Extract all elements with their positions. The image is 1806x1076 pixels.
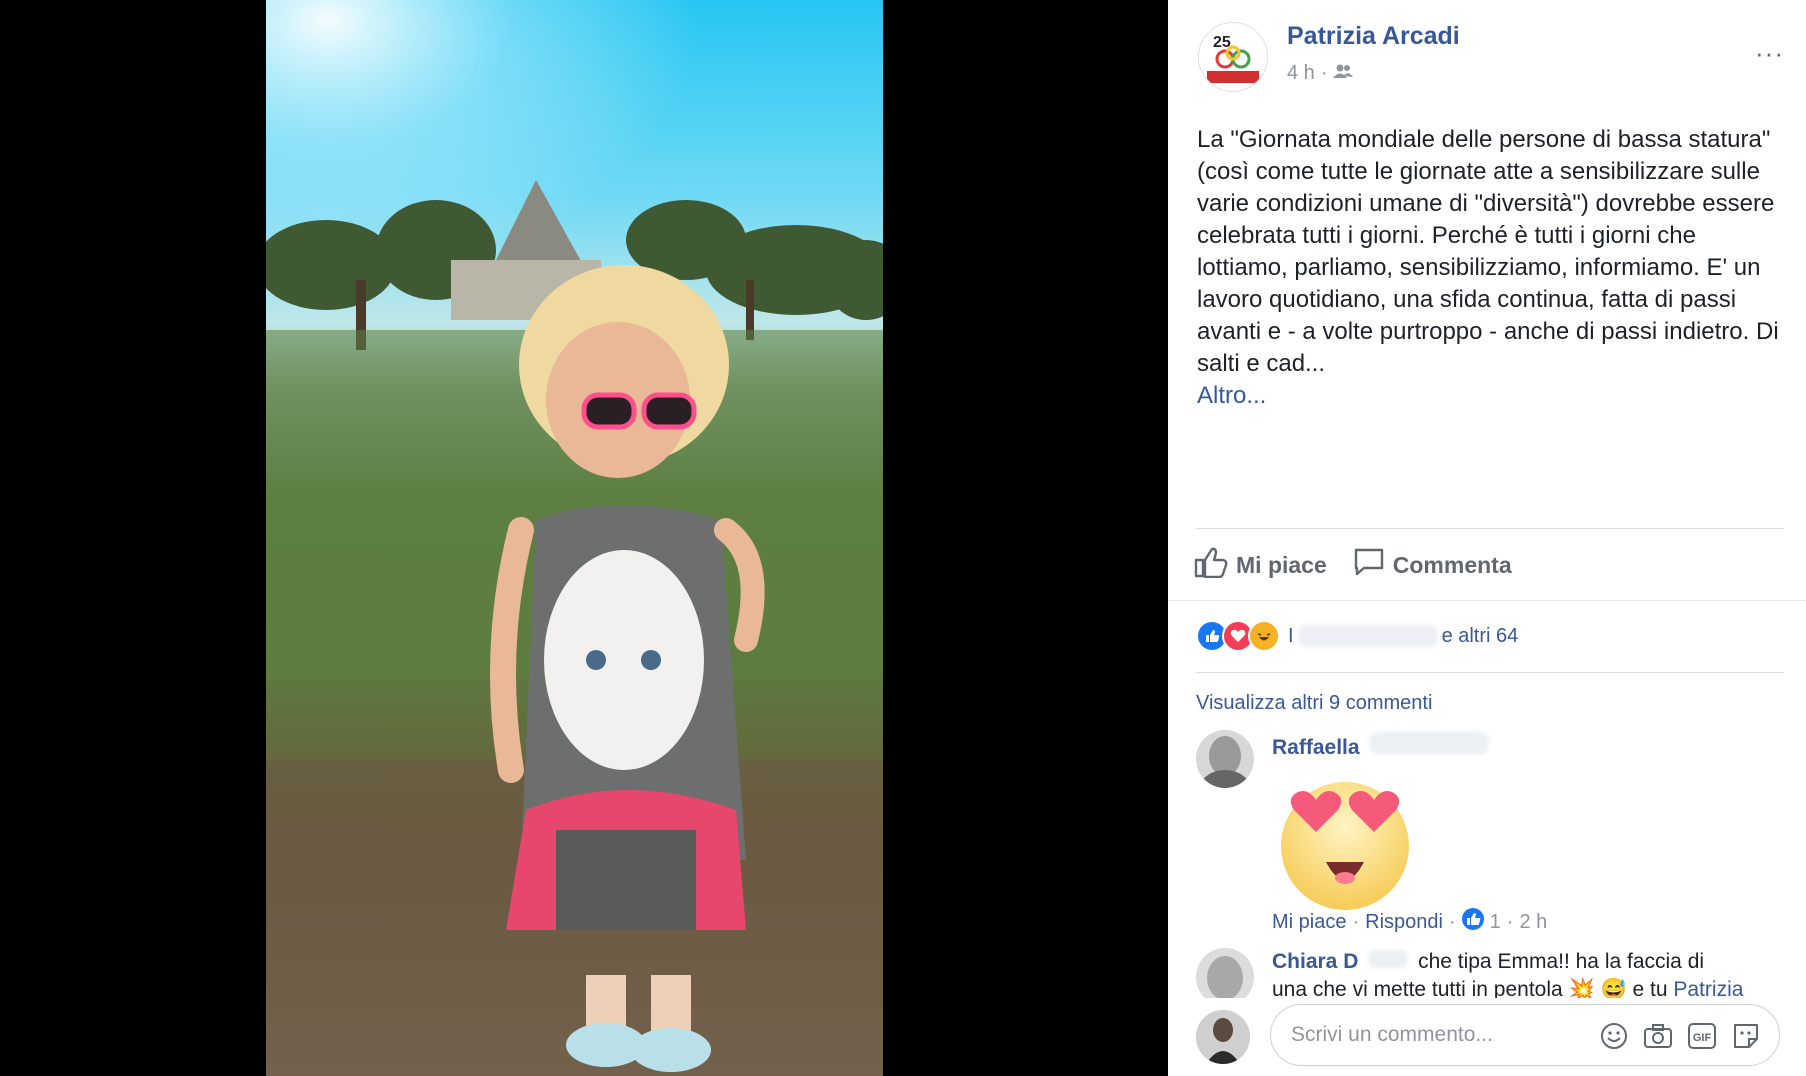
reaction-names[interactable]: I e altri 64 — [1288, 625, 1518, 648]
view-more-comments-link[interactable]: Visualizza altri 9 commenti — [1196, 692, 1432, 715]
comment-text-line2: una che vi mette tutti in pentola — [1272, 978, 1563, 998]
divider-actions-top — [1196, 528, 1784, 529]
link-separator: · — [1448, 910, 1456, 933]
comment-text-tail: e tu — [1632, 978, 1668, 998]
commenter-name[interactable]: Chiara — [1272, 950, 1337, 973]
comment-button[interactable]: Commenta — [1353, 547, 1512, 583]
haha-reaction-icon — [1248, 620, 1280, 652]
post-text: La "Giornata mondiale delle persone di b… — [1197, 124, 1787, 412]
comment-text-line1: che tipa Emma!! ha la faccia di — [1418, 950, 1705, 973]
comment-actions: Mi piace · Rispondi · 1 · 2 h — [1272, 908, 1547, 936]
post-author-name[interactable]: Patrizia Arcadi — [1287, 22, 1460, 51]
link-separator: · — [1352, 910, 1360, 933]
post-sidebar: 25 Patrizia Arcadi 4 h · ··· La "Giornat… — [1168, 0, 1806, 1076]
post-time[interactable]: 4 h — [1287, 62, 1315, 85]
comment-bubble-icon — [1353, 547, 1385, 583]
see-more-link[interactable]: Altro... — [1197, 382, 1266, 409]
heart-eyes-emoji-icon — [1281, 782, 1409, 910]
comment-reply-link[interactable]: Rispondi — [1365, 911, 1443, 934]
commenter-avatar[interactable] — [1196, 948, 1254, 998]
comment-input[interactable] — [1289, 1022, 1593, 1048]
comment-body: Chiara D che tipa Emma!! ha la faccia di… — [1272, 948, 1772, 998]
post-photo[interactable] — [266, 0, 883, 1076]
commenter-avatar[interactable] — [1196, 730, 1254, 788]
meta-separator: · — [1320, 62, 1328, 84]
commenter-name[interactable]: Raffaella — [1272, 732, 1493, 760]
explosion-emoji-icon: 💥 — [1568, 978, 1595, 998]
comment-like-count-icon[interactable] — [1461, 908, 1484, 936]
comment-like-count: 1 — [1489, 910, 1501, 933]
thumbs-up-icon — [1194, 546, 1228, 584]
link-separator: · — [1506, 910, 1514, 933]
comment-label: Commenta — [1392, 551, 1512, 578]
comment-time[interactable]: 2 h — [1519, 911, 1547, 934]
reaction-count-text: e altri 64 — [1441, 624, 1519, 647]
reaction-prefix: I — [1288, 624, 1294, 647]
comment-like-link[interactable]: Mi piace — [1272, 911, 1346, 934]
mention-link[interactable]: Patrizia — [1673, 978, 1743, 998]
divider-actions-bottom — [1168, 600, 1806, 601]
page-avatar[interactable]: 25 — [1198, 22, 1268, 92]
gif-icon[interactable]: GIF — [1687, 1021, 1717, 1051]
comment-composer: GIF — [1196, 1004, 1786, 1066]
composer-icons: GIF — [1599, 1005, 1761, 1067]
comment-item: Chiara D che tipa Emma!! ha la faccia di… — [1196, 948, 1796, 998]
action-bar: Mi piace Commenta — [1194, 546, 1538, 584]
acondroplasia-logo: 25 — [1199, 23, 1267, 91]
audience-friends-icon[interactable] — [1333, 62, 1354, 85]
post-options-button[interactable]: ··· — [1755, 40, 1784, 66]
like-button[interactable]: Mi piace — [1194, 546, 1327, 584]
post-body: La "Giornata mondiale delle persone di b… — [1197, 126, 1779, 377]
current-user-avatar[interactable] — [1196, 1010, 1250, 1064]
blurred-names — [1297, 625, 1438, 647]
blurred-surname — [1368, 950, 1409, 968]
like-label: Mi piace — [1236, 551, 1327, 578]
commenter-first-name: Raffaella — [1272, 736, 1360, 759]
sticker-icon[interactable] — [1731, 1021, 1761, 1051]
grinning-sweat-emoji-icon: 😅 — [1600, 978, 1627, 998]
post-meta: 4 h · — [1287, 62, 1354, 85]
photo-illustration — [266, 0, 883, 1076]
divider-reactions — [1196, 672, 1784, 673]
gif-label: GIF — [1693, 1032, 1712, 1044]
commenter-name-rest: D — [1343, 950, 1359, 973]
reaction-summary[interactable]: I e altri 64 — [1196, 620, 1518, 652]
blurred-surname — [1369, 732, 1490, 754]
camera-icon[interactable] — [1643, 1021, 1673, 1051]
emoji-icon[interactable] — [1599, 1021, 1629, 1051]
comment-input-box[interactable]: GIF — [1270, 1004, 1780, 1066]
